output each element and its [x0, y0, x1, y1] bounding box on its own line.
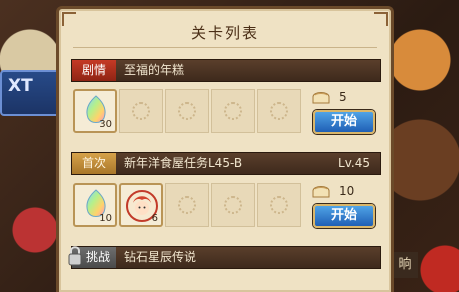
stage-tag: 首次	[72, 153, 116, 174]
reward-count: 10	[99, 213, 112, 224]
panel-title: 关卡列表	[190, 24, 259, 42]
empty-reward-slot	[119, 89, 163, 133]
reward-slot[interactable]: 30	[73, 89, 117, 133]
stage-level: Lv.45	[338, 156, 370, 170]
empty-reward-slot	[211, 183, 255, 227]
start-button[interactable]: 开始	[313, 110, 375, 134]
stage-rewards-row: 10 6 10 开始	[71, 181, 381, 229]
empty-reward-slot	[165, 183, 209, 227]
stage-name: 新年洋食屋任务L45-B	[124, 156, 243, 170]
stage-header-first-clear[interactable]: 首次 新年洋食屋任务L45-B Lv.45	[71, 152, 381, 175]
empty-reward-slot	[165, 89, 209, 133]
empty-reward-slot	[257, 89, 301, 133]
cost-value: 10	[339, 184, 355, 198]
bread-icon	[312, 186, 330, 198]
stage-rewards-row: 30 5 开始	[71, 87, 381, 135]
stamina-cost: 10	[311, 183, 381, 201]
bread-icon	[312, 92, 330, 104]
lock-icon	[68, 246, 82, 266]
stage-tag: 剧情	[72, 60, 116, 81]
title-divider	[73, 47, 377, 48]
cost-value: 5	[339, 90, 347, 104]
empty-reward-slot	[257, 183, 301, 227]
start-button[interactable]: 开始	[313, 204, 375, 228]
background-banner: XT	[0, 70, 60, 116]
reward-count: 6	[151, 213, 158, 224]
empty-reward-slot	[211, 89, 255, 133]
stage-list-panel: 关卡列表 剧情 至福的年糕 30 5 开始 首次 新年洋食屋任务L45-B Lv…	[56, 6, 394, 292]
reward-slot[interactable]: 10	[73, 183, 117, 227]
stage-name: 钻石星辰传说	[124, 250, 197, 264]
stage-header-story[interactable]: 剧情 至福的年糕	[71, 59, 381, 82]
stage-name: 至福的年糕	[124, 63, 185, 77]
background-label: 晌	[392, 252, 418, 278]
reward-slot[interactable]: 6	[119, 183, 163, 227]
reward-count: 30	[99, 119, 112, 130]
stamina-cost: 5	[311, 89, 381, 107]
stage-header-challenge[interactable]: 挑战 钻石星辰传说	[68, 246, 381, 269]
